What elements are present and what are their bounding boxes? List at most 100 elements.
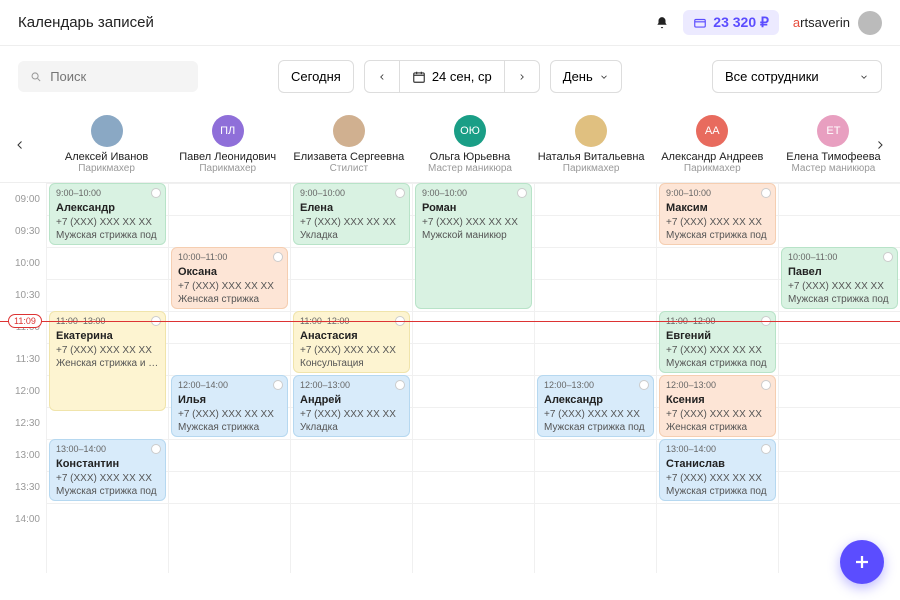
staff-avatar: АА [696, 115, 728, 147]
staff-header[interactable]: Елизавета Сергеевна Стилист [288, 115, 409, 174]
appointment[interactable]: 12:00–14:00 Илья +7 (XXX) XXX XX XX Мужс… [171, 375, 288, 437]
user-avatar[interactable] [858, 11, 882, 35]
username[interactable]: artsaverin [793, 15, 850, 30]
calendar-column[interactable]: 9:00–10:00 Елена +7 (XXX) XXX XX XX Укла… [290, 183, 412, 573]
search-icon [30, 70, 42, 84]
add-button[interactable] [840, 540, 884, 584]
time-label: 10:00 [0, 247, 46, 279]
staff-name: Наталья Витальевна [531, 151, 652, 163]
staff-role: Мастер маникюра [773, 163, 894, 174]
appointment-client: Андрей [300, 393, 403, 407]
appointment-time: 13:00–14:00 [666, 444, 769, 456]
appointment-service: Женская стрижка [666, 421, 769, 434]
calendar-column[interactable]: 9:00–10:00 Роман +7 (XXX) XXX XX XX Мужс… [412, 183, 534, 573]
staff-header[interactable]: ПЛ Павел Леонидович Парикмахер [167, 115, 288, 174]
chat-icon[interactable] [883, 252, 893, 262]
staff-header[interactable]: Наталья Витальевна Парикмахер [531, 115, 652, 174]
staff-role: Стилист [288, 163, 409, 174]
staff-prev-button[interactable] [14, 139, 26, 151]
chat-icon[interactable] [761, 188, 771, 198]
time-label: 09:30 [0, 215, 46, 247]
appointment-service: Мужская стрижка под [56, 229, 159, 242]
time-label: 09:00 [0, 183, 46, 215]
appointment[interactable]: 13:00–14:00 Константин +7 (XXX) XXX XX X… [49, 439, 166, 501]
chat-icon[interactable] [151, 444, 161, 454]
appointment-service: Укладка [300, 421, 403, 434]
appointment[interactable]: 13:00–14:00 Станислав +7 (XXX) XXX XX XX… [659, 439, 776, 501]
appointment-phone: +7 (XXX) XXX XX XX [422, 216, 525, 229]
date-picker-button[interactable]: 24 сен, ср [400, 60, 505, 93]
staff-name: Елена Тимофеева [773, 151, 894, 163]
staff-header[interactable]: Алексей Иванов Парикмахер [46, 115, 167, 174]
calendar-column[interactable]: 9:00–10:00 Максим +7 (XXX) XXX XX XX Муж… [656, 183, 778, 573]
time-label: 12:30 [0, 407, 46, 439]
appointment[interactable]: 12:00–13:00 Ксения +7 (XXX) XXX XX XX Же… [659, 375, 776, 437]
today-button[interactable]: Сегодня [278, 60, 354, 93]
staff-role: Парикмахер [46, 163, 167, 174]
appointment[interactable]: 12:00–13:00 Андрей +7 (XXX) XXX XX XX Ук… [293, 375, 410, 437]
chat-icon[interactable] [761, 380, 771, 390]
appointment-time: 10:00–11:00 [788, 252, 891, 264]
appointment[interactable]: 9:00–10:00 Елена +7 (XXX) XXX XX XX Укла… [293, 183, 410, 245]
appointment-service: Мужская стрижка под [56, 485, 159, 498]
appointment-client: Александр [544, 393, 647, 407]
appointment-client: Екатерина [56, 329, 159, 343]
staff-next-button[interactable] [874, 139, 886, 151]
notifications-icon[interactable] [655, 16, 669, 30]
appointment-time: 10:00–11:00 [178, 252, 281, 264]
staff-filter-dropdown[interactable]: Все сотрудники [712, 60, 882, 93]
date-prev-button[interactable] [364, 60, 400, 93]
staff-name: Павел Леонидович [167, 151, 288, 163]
appointment[interactable]: 9:00–10:00 Роман +7 (XXX) XXX XX XX Мужс… [415, 183, 532, 309]
chat-icon[interactable] [395, 380, 405, 390]
chat-icon[interactable] [761, 444, 771, 454]
appointment-phone: +7 (XXX) XXX XX XX [56, 344, 159, 357]
appointment[interactable]: 10:00–11:00 Оксана +7 (XXX) XXX XX XX Же… [171, 247, 288, 309]
chat-icon[interactable] [151, 188, 161, 198]
appointment-phone: +7 (XXX) XXX XX XX [300, 344, 403, 357]
appointment-service: Женская стрижка и уход [56, 357, 159, 370]
appointment-service: Мужская стрижка под [788, 293, 891, 306]
chat-icon[interactable] [273, 380, 283, 390]
search-input[interactable] [50, 69, 186, 84]
appointment-phone: +7 (XXX) XXX XX XX [788, 280, 891, 293]
chevron-down-icon [859, 72, 869, 82]
time-label: 12:00 [0, 375, 46, 407]
appointment-client: Максим [666, 201, 769, 215]
appointment[interactable]: 12:00–13:00 Александр +7 (XXX) XXX XX XX… [537, 375, 654, 437]
appointment[interactable]: 11:00–13:00 Екатерина +7 (XXX) XXX XX XX… [49, 311, 166, 411]
calendar-column[interactable]: 10:00–11:00 Павел +7 (XXX) XXX XX XX Муж… [778, 183, 900, 573]
appointment-phone: +7 (XXX) XXX XX XX [666, 216, 769, 229]
appointment-phone: +7 (XXX) XXX XX XX [178, 408, 281, 421]
staff-header[interactable]: ОЮ Ольга Юрьевна Мастер маникюра [409, 115, 530, 174]
appointment[interactable]: 9:00–10:00 Александр +7 (XXX) XXX XX XX … [49, 183, 166, 245]
time-label: 13:30 [0, 471, 46, 503]
appointment-time: 9:00–10:00 [300, 188, 403, 200]
staff-avatar: ЕТ [817, 115, 849, 147]
appointment-time: 13:00–14:00 [56, 444, 159, 456]
appointment[interactable]: 10:00–11:00 Павел +7 (XXX) XXX XX XX Муж… [781, 247, 898, 309]
appointment[interactable]: 9:00–10:00 Максим +7 (XXX) XXX XX XX Муж… [659, 183, 776, 245]
staff-header[interactable]: АА Александр Андреев Парикмахер [652, 115, 773, 174]
chat-icon[interactable] [395, 188, 405, 198]
balance-badge[interactable]: 23 320 ₽ [683, 10, 779, 35]
appointment-client: Роман [422, 201, 525, 215]
staff-name: Александр Андреев [652, 151, 773, 163]
appointment-client: Елена [300, 201, 403, 215]
chat-icon[interactable] [639, 380, 649, 390]
staff-role: Парикмахер [167, 163, 288, 174]
chat-icon[interactable] [273, 252, 283, 262]
chat-icon[interactable] [517, 188, 527, 198]
calendar-column[interactable]: 10:00–11:00 Оксана +7 (XXX) XXX XX XX Же… [168, 183, 290, 573]
calendar-column[interactable]: 9:00–10:00 Александр +7 (XXX) XXX XX XX … [46, 183, 168, 573]
staff-name: Алексей Иванов [46, 151, 167, 163]
appointment-service: Укладка [300, 229, 403, 242]
appointment-service: Мужской маникюр [422, 229, 525, 242]
appointment-service: Мужская стрижка под [666, 357, 769, 370]
staff-name: Ольга Юрьевна [409, 151, 530, 163]
search-input-wrap[interactable] [18, 61, 198, 92]
view-dropdown[interactable]: День [550, 60, 622, 93]
appointment-time: 9:00–10:00 [666, 188, 769, 200]
calendar-column[interactable]: 12:00–13:00 Александр +7 (XXX) XXX XX XX… [534, 183, 656, 573]
date-next-button[interactable] [505, 60, 540, 93]
